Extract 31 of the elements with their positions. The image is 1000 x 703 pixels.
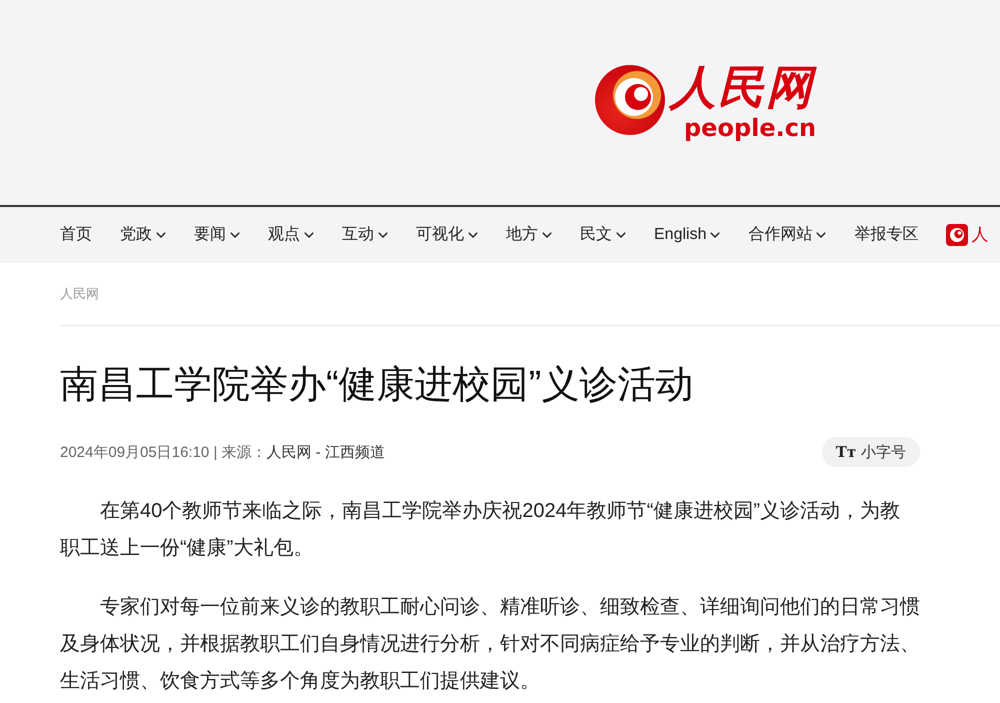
chevron-down-icon [468,232,478,238]
source-link[interactable]: 人民网 - 江西频道 [266,442,385,462]
nav-menu-link[interactable]: 合作网站 [748,223,826,247]
brand-link[interactable]: 人 [946,223,988,247]
nav-menu-link[interactable]: 党政 [120,223,166,247]
publish-info: 2024年09月05日16:10 | 来源： [60,442,267,462]
nav-menu-link[interactable]: 互动 [342,223,388,247]
chevron-down-icon [230,232,240,238]
article-title: 南昌工学院举办“健康进校园”义诊活动 [60,363,694,408]
nav-link[interactable]: 首页 [60,223,92,247]
font-size-button[interactable]: Tᴛ 小字号 [822,437,920,467]
nav-link[interactable]: 举报专区 [854,223,918,247]
paragraph: 专家们对每一位前来义诊的教职工耐心问诊、精准听诊、细致检查、详细询问他们的日常习惯及身体状况，并根据教职工们自身情况进行分析，针对不同病症给予专业的判断，并从治疗方法、生活习惯、饮食方式等多个角度为教职工们提供建议。 [60,595,920,694]
nav-menu-link[interactable]: 地方 [506,223,552,247]
paragraph: 在第40个教师节来临之际，南昌工学院举办庆祝2024年教师节“健康进校园”义诊活动，为教职工送上一份“健康”大礼包。 [60,499,902,561]
nav-menu-link[interactable]: 可视化 [416,223,478,247]
chevron-down-icon [542,232,552,238]
nav-menu-link[interactable]: 观点 [268,223,314,247]
chevron-down-icon [304,232,314,238]
chevron-down-icon [378,232,388,238]
nav-menu-link[interactable]: 民文 [580,223,626,247]
chevron-down-icon [156,232,166,238]
nav-menu-link[interactable]: 要闻 [194,223,240,247]
nav-menu-link[interactable]: English [654,223,720,247]
logo-icon [946,224,968,246]
chevron-down-icon [816,232,826,238]
chevron-down-icon [616,232,626,238]
logo-domain[interactable]: people.cn [684,114,816,142]
logo-wordmark[interactable]: 人民网 [670,60,816,114]
chevron-down-icon [710,232,720,238]
logo-icon[interactable] [594,64,666,136]
